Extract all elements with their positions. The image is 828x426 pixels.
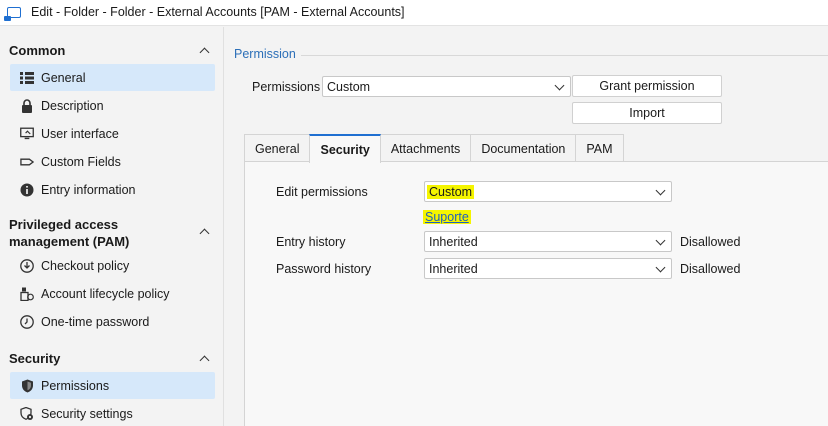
highlighted-text: Custom: [427, 185, 475, 199]
sidebar-item-label: Checkout policy: [41, 258, 130, 273]
permission-group-label: Permission: [234, 47, 296, 61]
sidebar-item-label: Permissions: [41, 378, 110, 393]
sidebar-item-label: One-time password: [41, 314, 150, 329]
sidebar-item-general[interactable]: General: [10, 64, 215, 91]
tab-pam[interactable]: PAM: [575, 134, 624, 162]
edit-permissions-label: Edit permissions: [276, 185, 368, 199]
suporte-link[interactable]: Suporte: [423, 210, 471, 224]
clock-icon: [20, 314, 34, 329]
password-history-label: Password history: [276, 262, 372, 276]
tab-general[interactable]: General: [244, 134, 311, 162]
monitor-icon: [20, 127, 34, 141]
app-window-icon: [4, 7, 21, 21]
shield-icon: [20, 379, 34, 393]
password-history-select[interactable]: Inherited: [424, 258, 672, 279]
section-header-security[interactable]: Security: [9, 350, 60, 367]
entry-history-select-value: Inherited: [429, 235, 478, 249]
sidebar-item-one-time-password[interactable]: One-time password: [10, 308, 215, 335]
section-header-pam[interactable]: Privileged access management (PAM): [9, 216, 199, 250]
sidebar-item-label: User interface: [41, 126, 119, 141]
sidebar-item-label: General: [41, 70, 86, 85]
password-history-select-value: Inherited: [429, 262, 478, 276]
chevron-up-icon[interactable]: [199, 227, 209, 237]
edit-permissions-select[interactable]: Custom: [424, 181, 672, 202]
title-bar: Edit - Folder - Folder - External Accoun…: [0, 0, 828, 26]
chevron-down-icon: [656, 187, 664, 195]
import-button[interactable]: Import: [572, 102, 722, 124]
lifecycle-icon: [20, 287, 34, 301]
entry-history-label: Entry history: [276, 235, 346, 249]
entry-history-select[interactable]: Inherited: [424, 231, 672, 252]
sidebar-item-entry-information[interactable]: Entry information: [10, 176, 215, 203]
sidebar-item-description[interactable]: Description: [10, 92, 215, 119]
section-header-common[interactable]: Common: [9, 42, 65, 59]
tab-attachments[interactable]: Attachments: [379, 134, 472, 162]
tab-bar: General Security Attachments Documentati…: [244, 134, 624, 163]
group-divider: [301, 55, 828, 56]
tab-documentation[interactable]: Documentation: [470, 134, 577, 162]
sidebar-item-label: Custom Fields: [41, 154, 121, 169]
tab-security[interactable]: Security: [309, 134, 381, 163]
edit-permissions-select-value: Custom: [427, 185, 475, 199]
sidebar-item-permissions[interactable]: Permissions: [10, 372, 215, 399]
permissions-select-value: Custom: [327, 80, 371, 94]
main-content: Permission Permissions Custom Grant perm…: [225, 27, 828, 426]
permissions-label: Permissions: [252, 80, 321, 94]
sidebar-item-custom-fields[interactable]: Custom Fields: [10, 148, 215, 175]
tag-icon: [20, 155, 34, 169]
sidebar-item-label: Security settings: [41, 406, 133, 421]
chevron-down-icon: [555, 82, 563, 90]
grant-permission-button[interactable]: Grant permission: [572, 75, 722, 97]
info-icon: [20, 183, 34, 197]
chevron-up-icon[interactable]: [199, 46, 209, 56]
lock-icon: [20, 98, 34, 113]
chevron-up-icon[interactable]: [199, 354, 209, 364]
chevron-down-icon: [656, 237, 664, 245]
sidebar-item-label: Account lifecycle policy: [41, 286, 170, 301]
chevron-down-icon: [656, 264, 664, 272]
sidebar-item-checkout-policy[interactable]: Checkout policy: [10, 252, 215, 279]
sidebar-item-account-lifecycle-policy[interactable]: Account lifecycle policy: [10, 280, 215, 307]
download-circle-icon: [20, 258, 34, 273]
sidebar-item-label: Description: [41, 98, 104, 113]
entry-history-status: Disallowed: [680, 235, 741, 249]
window-title: Edit - Folder - Folder - External Accoun…: [31, 5, 405, 19]
shield-gear-icon: [20, 406, 34, 421]
permissions-select[interactable]: Custom: [322, 76, 571, 97]
sidebar-item-user-interface[interactable]: User interface: [10, 120, 215, 147]
password-history-status: Disallowed: [680, 262, 741, 276]
sidebar: Common General Description User interfac…: [0, 27, 224, 426]
sidebar-item-label: Entry information: [41, 182, 136, 197]
list-icon: [20, 71, 34, 85]
sidebar-item-security-settings[interactable]: Security settings: [10, 400, 215, 426]
security-tab-panel: Edit permissions Custom Suporte Entry hi…: [244, 161, 828, 426]
